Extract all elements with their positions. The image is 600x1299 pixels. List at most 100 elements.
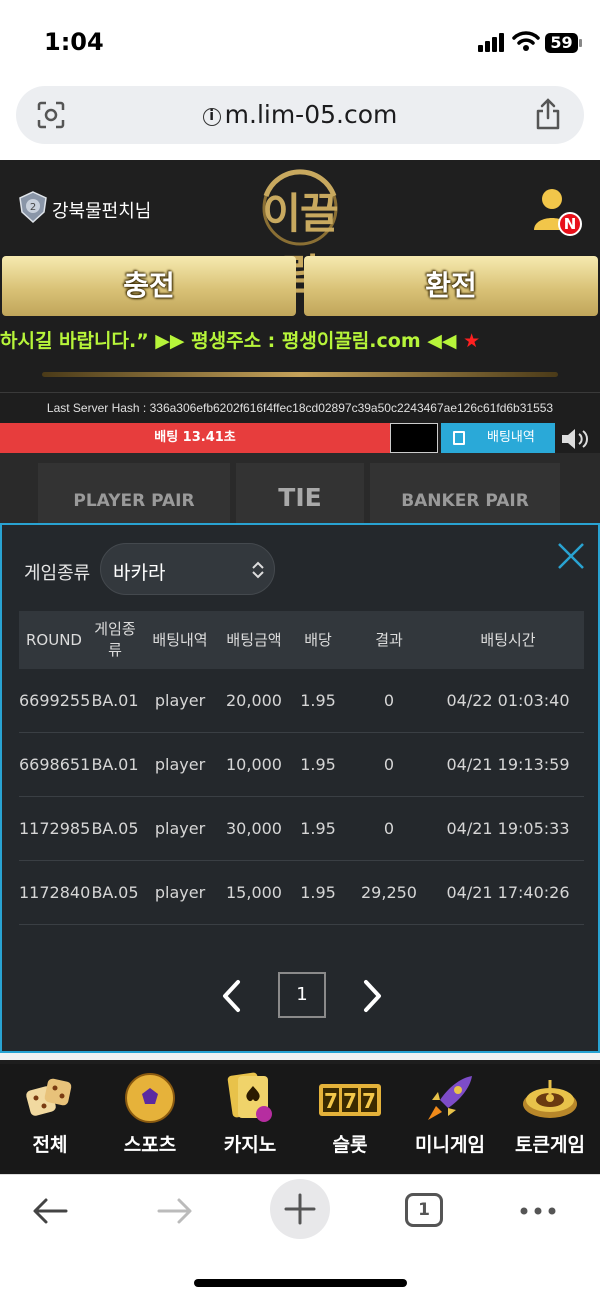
clock: 1:04 <box>44 28 104 56</box>
nav-casino-label: 카지노 <box>223 1134 277 1156</box>
cell-bet-amount: 20,000 <box>226 691 282 710</box>
road-strip <box>0 1052 600 1060</box>
home-indicator <box>194 1279 407 1287</box>
col-round: ROUND <box>26 630 82 649</box>
betting-history-modal: 게임종류 바카라 ROUND 게임종 류 배팅내역 배팅금액 배당 결과 배팅시… <box>0 523 600 1053</box>
betting-history-label: 배팅내역 <box>487 430 535 445</box>
nav-slot[interactable]: 7 7 7 슬롯 <box>300 1064 400 1174</box>
url-text[interactable]: i m.lim-05.com <box>16 100 584 129</box>
cell-odds: 1.95 <box>300 691 336 710</box>
charge-button[interactable]: 충전 <box>2 256 296 316</box>
chevron-left-icon[interactable] <box>220 979 242 1013</box>
cell-odds: 1.95 <box>300 883 336 902</box>
page-number[interactable]: 1 <box>278 972 326 1018</box>
rocket-icon <box>428 1076 472 1120</box>
cell-result: 29,250 <box>361 883 417 902</box>
site-info-icon[interactable]: i <box>202 108 221 126</box>
tie-label: TIE <box>278 483 322 512</box>
table-body: 6699255 BA.01 player 20,000 1.95 0 04/22 01:03… <box>19 669 584 925</box>
username: 강북물펀치님 <box>52 201 152 222</box>
new-tab-button[interactable] <box>270 1179 330 1239</box>
game-type-select[interactable]: 바카라 <box>100 543 275 595</box>
table-header: ROUND 게임종 류 배팅내역 배팅금액 배당 결과 배팅시간 <box>19 611 584 669</box>
game-type-label: 게임종류 <box>24 563 91 584</box>
nav-sports[interactable]: 스포츠 <box>100 1064 200 1174</box>
nav-minigame-label: 미니게임 <box>415 1134 485 1156</box>
col-bet-time: 배팅시간 <box>480 630 536 649</box>
col-bet-amount: 배팅금액 <box>226 630 282 649</box>
chevron-right-icon[interactable] <box>362 979 384 1013</box>
cell-result: 0 <box>383 755 395 774</box>
player-pair-board[interactable]: PLAYER PAIR <box>38 463 230 525</box>
pagination: 1 <box>2 971 598 1021</box>
cell-game-type: BA.01 <box>91 755 139 774</box>
back-arrow-icon[interactable] <box>30 1191 70 1231</box>
cell-bet-time: 04/21 17:40:26 <box>446 883 570 902</box>
nav-all[interactable]: 전체 <box>0 1064 100 1174</box>
nav-minigame[interactable]: 미니게임 <box>400 1064 500 1174</box>
col-odds: 배당 <box>304 630 332 649</box>
cell-game-type: BA.01 <box>91 691 139 710</box>
cell-round: 1172985 <box>19 819 91 838</box>
tab-switcher[interactable]: 1 <box>405 1193 443 1227</box>
chevron-updown-icon <box>252 561 264 579</box>
player-pair-label: PLAYER PAIR <box>73 491 195 511</box>
tie-board[interactable]: TIE <box>236 463 364 525</box>
cell-bet-detail: player <box>154 691 206 710</box>
cell-odds: 1.95 <box>300 755 336 774</box>
speaker-icon[interactable] <box>560 427 590 451</box>
soccer-ball-icon <box>125 1073 175 1123</box>
share-icon[interactable] <box>534 98 562 130</box>
cell-bet-amount: 10,000 <box>226 755 282 774</box>
bet-boards: PLAYER PAIR TIE BANKER PAIR <box>0 453 600 525</box>
battery-level: 59 <box>550 33 573 52</box>
user-profile-button[interactable]: N <box>530 184 586 240</box>
notice-marquee: 하시길 바랍니다.” ▶▶ 평생주소 : 평생이끌림.com ◀◀ ★ <box>0 326 600 360</box>
cell-result: 0 <box>383 819 395 838</box>
betting-history-button[interactable]: 배팅내역 <box>441 423 555 453</box>
nav-token-game[interactable]: 토큰게임 <box>500 1064 600 1174</box>
nav-token-game-label: 토큰게임 <box>515 1134 585 1156</box>
svg-text:7: 7 <box>343 1089 357 1113</box>
cell-round: 6698651 <box>19 755 91 774</box>
browser-toolbar: 1 <box>0 1174 600 1299</box>
dice-icon <box>26 1078 72 1116</box>
wifi-icon <box>512 31 540 51</box>
svg-text:2: 2 <box>30 202 36 213</box>
gold-divider <box>42 372 558 377</box>
cell-bet-detail: player <box>154 883 206 902</box>
game-type-value: 바카라 <box>113 562 166 584</box>
col-game-type: 게임종 류 <box>94 620 136 659</box>
cell-bet-time: 04/21 19:05:33 <box>446 819 570 838</box>
cell-round: 1172840 <box>19 883 91 902</box>
site-header: 2 강북물펀치님 이끌림 N <box>0 160 600 299</box>
marquee-text: 하시길 바랍니다.” ▶▶ 평생주소 : 평생이끌림.com ◀◀ <box>0 330 464 352</box>
col-result: 결과 <box>375 630 403 649</box>
site-logo[interactable]: 이끌림 <box>244 166 356 299</box>
nav-casino[interactable]: 카지노 <box>200 1064 300 1174</box>
col-bet-detail: 배팅내역 <box>152 630 208 649</box>
table-row: 6699255 BA.01 player 20,000 1.95 0 04/22 01:03… <box>19 669 584 733</box>
table-row: 1172840 BA.05 player 15,000 1.95 29,250 04/21 … <box>19 861 584 925</box>
cell-game-type: BA.05 <box>91 883 139 902</box>
svg-text:7: 7 <box>324 1089 338 1113</box>
cell-bet-detail: player <box>154 819 206 838</box>
more-icon[interactable] <box>518 1191 558 1231</box>
game-category-nav: 전체 스포츠 카지노 7 7 7 슬롯 미니게임 토큰게임 <box>0 1064 600 1174</box>
forward-arrow-icon[interactable] <box>155 1191 195 1231</box>
cell-bet-time: 04/22 01:03:40 <box>446 691 570 710</box>
nav-all-label: 전체 <box>32 1134 68 1156</box>
banker-pair-board[interactable]: BANKER PAIR <box>370 463 560 525</box>
marquee-star: ★ <box>463 330 481 352</box>
cell-bet-amount: 15,000 <box>226 883 282 902</box>
plus-icon <box>284 1193 316 1225</box>
close-icon[interactable] <box>556 541 586 571</box>
roulette-icon <box>523 1080 577 1118</box>
cell-odds: 1.95 <box>300 819 336 838</box>
table-row: 1172985 BA.05 player 30,000 1.95 0 04/21 19:05… <box>19 797 584 861</box>
address-bar[interactable]: i m.lim-05.com <box>16 86 584 144</box>
history-table: ROUND 게임종 류 배팅내역 배팅금액 배당 결과 배팅시간 6699255… <box>19 611 584 925</box>
url-label: m.lim-05.com <box>224 100 398 129</box>
exchange-button[interactable]: 환전 <box>304 256 598 316</box>
betting-bar: 배팅 13.41초 배팅내역 <box>0 423 600 453</box>
